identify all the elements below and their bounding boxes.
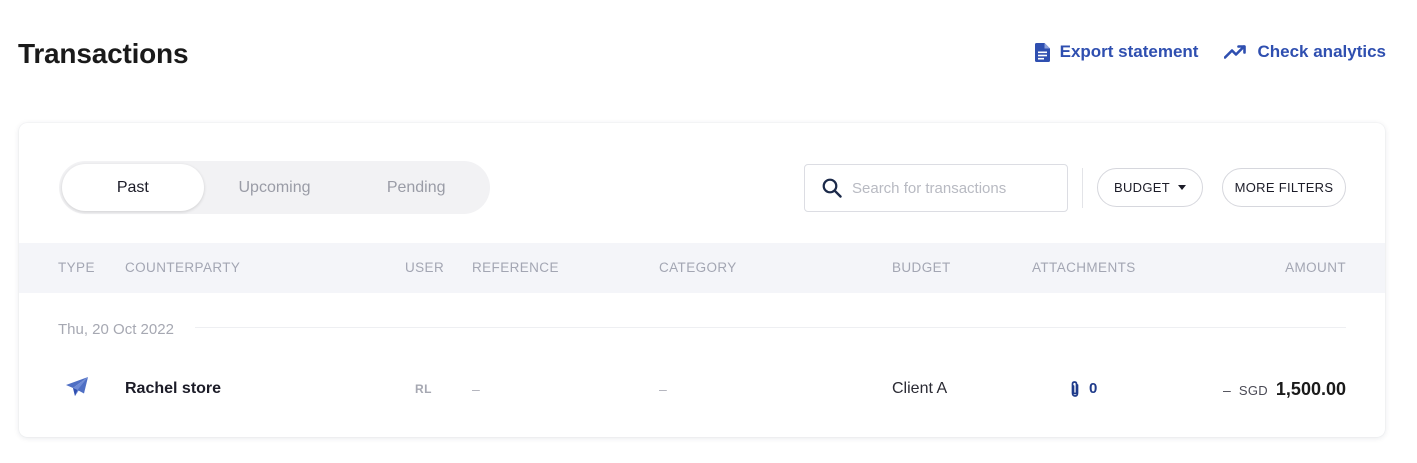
- search-box: [804, 164, 1068, 212]
- amount-cell: – SGD 1,500.00: [1223, 363, 1346, 417]
- page-title: Transactions: [18, 38, 189, 69]
- filter-divider: [1082, 168, 1083, 208]
- paperclip-icon: [1071, 381, 1079, 397]
- export-statement-label: Export statement: [1059, 42, 1199, 61]
- column-header-reference: REFERENCE: [472, 260, 559, 275]
- amount-sign: –: [1223, 382, 1231, 398]
- user-initials: RL: [415, 382, 432, 396]
- counterparty-name: Rachel store: [125, 380, 222, 397]
- date-group-label: Thu, 20 Oct 2022: [58, 321, 174, 338]
- attachments-count: 0: [1089, 380, 1098, 397]
- column-header-category: CATEGORY: [659, 260, 737, 275]
- amount-currency: SGD: [1238, 383, 1268, 398]
- export-statement-link[interactable]: Export statement: [1034, 42, 1199, 62]
- trending-up-icon: [1224, 45, 1247, 59]
- column-header-amount: AMOUNT: [1285, 260, 1346, 275]
- document-icon: [1034, 42, 1050, 62]
- transactions-card: Past Upcoming Pending BUDGET MORE FILTER…: [19, 123, 1385, 437]
- search-input[interactable]: [852, 179, 1052, 197]
- table-row[interactable]: Rachel store RL – – Client A 0 – SGD 1,5…: [19, 363, 1385, 415]
- column-header-user: USER: [405, 260, 445, 275]
- tab-upcoming[interactable]: Upcoming: [204, 164, 346, 211]
- reference-value: –: [472, 381, 480, 397]
- attachments-cell: 0: [1069, 363, 1097, 415]
- category-value: –: [659, 381, 667, 397]
- budget-filter-label: BUDGET: [1114, 180, 1170, 195]
- date-divider: [195, 327, 1346, 328]
- tab-past[interactable]: Past: [62, 164, 204, 211]
- column-header-counterparty: COUNTERPARTY: [125, 260, 241, 275]
- column-header-attachments: ATTACHMENTS: [1032, 260, 1136, 275]
- paper-plane-icon: [65, 376, 89, 398]
- table-header: TYPE COUNTERPARTY USER REFERENCE CATEGOR…: [19, 243, 1385, 293]
- budget-value: Client A: [892, 380, 948, 397]
- header-actions: Export statement Check analytics: [1034, 42, 1386, 62]
- more-filters-label: MORE FILTERS: [1234, 180, 1334, 195]
- budget-filter-button[interactable]: BUDGET: [1097, 168, 1203, 207]
- column-header-budget: BUDGET: [892, 260, 951, 275]
- transaction-status-tabs: Past Upcoming Pending: [59, 161, 490, 214]
- column-header-type: TYPE: [58, 260, 95, 275]
- more-filters-button[interactable]: MORE FILTERS: [1222, 168, 1346, 207]
- tab-pending[interactable]: Pending: [345, 164, 487, 211]
- amount-value: 1,500.00: [1275, 379, 1346, 399]
- check-analytics-link[interactable]: Check analytics: [1224, 42, 1386, 62]
- caret-down-icon: [1177, 185, 1186, 190]
- check-analytics-label: Check analytics: [1257, 42, 1386, 61]
- search-icon: [822, 178, 842, 198]
